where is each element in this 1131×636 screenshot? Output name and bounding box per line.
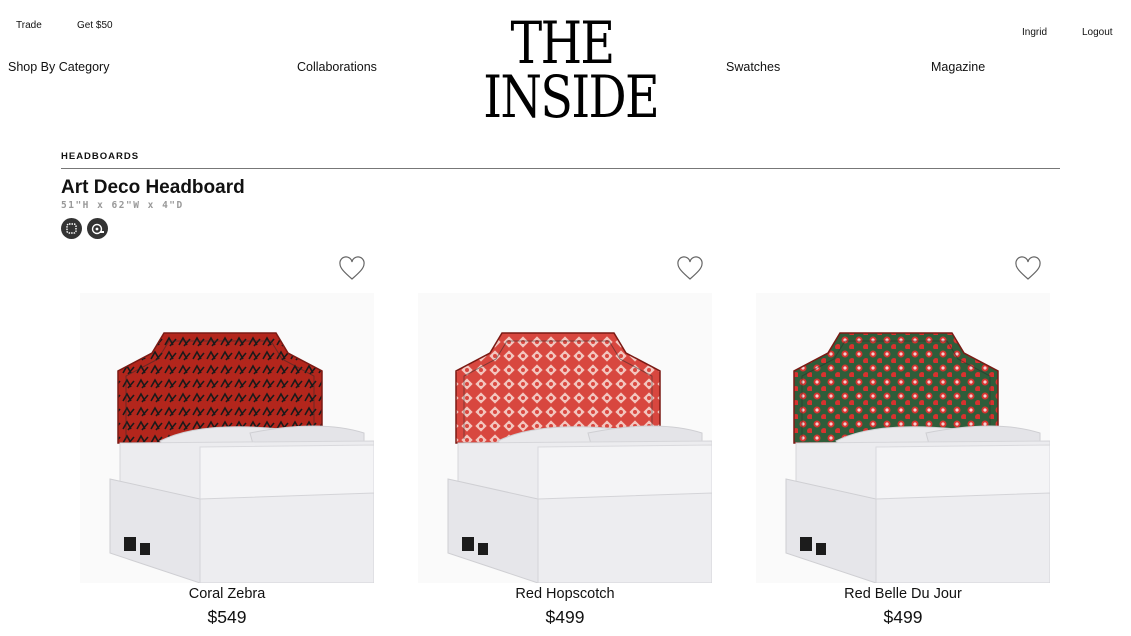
product-image[interactable] xyxy=(756,293,1050,583)
divider xyxy=(61,168,1060,169)
product-name[interactable]: Coral Zebra xyxy=(72,586,382,602)
upholstery-icon-glyph xyxy=(66,223,77,234)
product-name[interactable]: Red Hopscotch xyxy=(410,586,720,602)
bed-illustration xyxy=(785,332,1050,583)
get-50-link[interactable]: Get $50 xyxy=(77,20,113,31)
logout-link[interactable]: Logout xyxy=(1082,27,1113,38)
product-image[interactable] xyxy=(80,293,374,583)
site-logo[interactable]: THE INSIDE xyxy=(466,14,659,131)
product-card[interactable]: Red Belle Du Jour $499 xyxy=(748,255,1058,635)
product-image[interactable] xyxy=(418,293,712,583)
nav-collaborations[interactable]: Collaborations xyxy=(297,60,377,74)
upholstery-icon[interactable] xyxy=(61,218,82,239)
logo-line-2: INSIDE xyxy=(483,63,659,131)
product-name[interactable]: Red Belle Du Jour xyxy=(748,586,1058,602)
product-price: $499 xyxy=(545,607,585,627)
tape-measure-icon-glyph xyxy=(91,223,104,234)
nav-magazine[interactable]: Magazine xyxy=(931,60,985,74)
product-card[interactable]: Coral Zebra $549 xyxy=(72,255,382,635)
nav-shop-by-category[interactable]: Shop By Category xyxy=(8,60,109,74)
heart-icon[interactable] xyxy=(338,255,366,283)
product-card[interactable]: Red Hopscotch $499 xyxy=(410,255,720,635)
trade-link[interactable]: Trade xyxy=(16,20,42,31)
page-title: Art Deco Headboard xyxy=(61,177,245,198)
nav-swatches[interactable]: Swatches xyxy=(726,60,780,74)
product-dimensions: 51"H x 62"W x 4"D xyxy=(61,200,184,211)
breadcrumb[interactable]: HEADBOARDS xyxy=(61,151,139,162)
heart-icon[interactable] xyxy=(1014,255,1042,283)
heart-icon[interactable] xyxy=(676,255,704,283)
account-link[interactable]: Ingrid xyxy=(1022,27,1047,38)
bed-illustration xyxy=(109,332,374,583)
bed-illustration xyxy=(447,332,712,583)
tape-measure-icon[interactable] xyxy=(87,218,108,239)
product-price: $549 xyxy=(207,607,247,627)
product-price: $499 xyxy=(883,607,923,627)
